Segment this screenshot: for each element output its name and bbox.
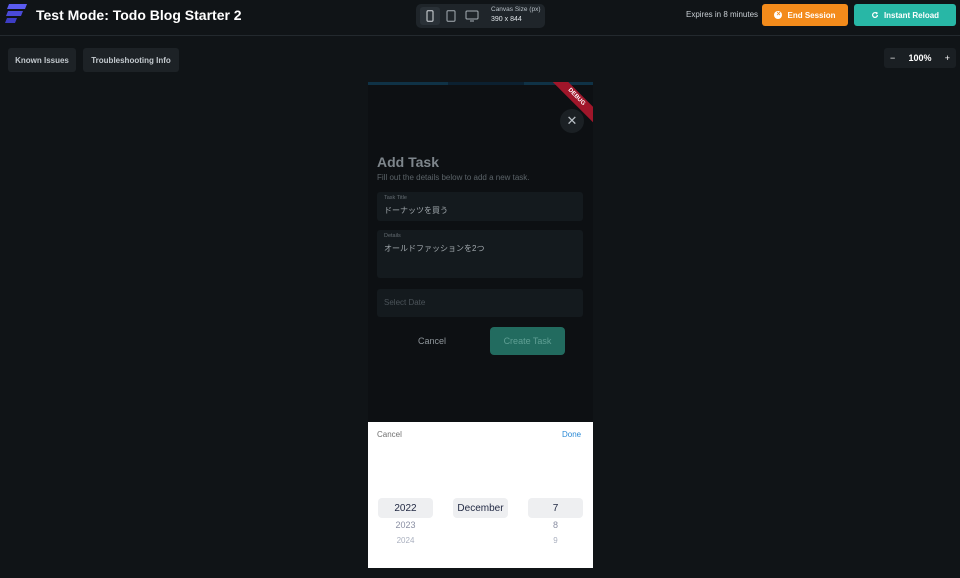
phone-device-button[interactable]: [420, 7, 440, 25]
canvas-size-value: 390 x 844: [491, 16, 522, 23]
tablet-device-button[interactable]: [441, 7, 461, 25]
instant-reload-label: Instant Reload: [883, 10, 940, 20]
month-wheel-selected[interactable]: December: [453, 498, 508, 518]
day-wheel-selected[interactable]: 7: [528, 498, 583, 518]
task-title-field[interactable]: Task Title ドーナッツを買う: [377, 192, 583, 221]
details-label: Details: [384, 233, 401, 239]
known-issues-button[interactable]: Known Issues: [8, 48, 76, 72]
app-logo-icon: [5, 4, 27, 23]
tablet-icon: [446, 10, 456, 22]
canvas-size-label: Canvas Size (px): [491, 6, 541, 13]
task-title-label: Task Title: [384, 195, 407, 201]
day-wheel-next2[interactable]: 9: [528, 536, 583, 545]
progress-segment: [368, 82, 448, 85]
troubleshooting-info-button[interactable]: Troubleshooting Info: [83, 48, 179, 72]
picker-done-button[interactable]: Done: [562, 430, 581, 439]
instant-reload-button[interactable]: Instant Reload: [854, 4, 956, 26]
date-picker: Cancel Done 2022 2023 2024 December 7 8 …: [368, 422, 593, 568]
select-date-field[interactable]: Select Date: [377, 289, 583, 317]
zoom-in-button[interactable]: +: [945, 53, 950, 63]
zoom-control: − 100% +: [884, 48, 956, 68]
select-date-placeholder: Select Date: [384, 298, 426, 307]
details-field[interactable]: Details オールドファッションを2つ: [377, 230, 583, 278]
phone-icon: [426, 10, 434, 22]
create-task-button[interactable]: Create Task: [490, 327, 565, 355]
desktop-icon: [465, 10, 479, 22]
picker-cancel-button[interactable]: Cancel: [377, 430, 402, 439]
desktop-device-button[interactable]: [462, 7, 482, 25]
top-bar: Test Mode: Todo Blog Starter 2 Canvas Si…: [0, 0, 960, 36]
details-value: オールドファッションを2つ: [384, 244, 485, 253]
cancel-button[interactable]: Cancel: [418, 336, 446, 346]
year-wheel-next2[interactable]: 2024: [378, 536, 433, 545]
day-wheel-next[interactable]: 8: [528, 520, 583, 530]
close-circle-icon: ×: [774, 11, 783, 19]
year-wheel-selected[interactable]: 2022: [378, 498, 433, 518]
add-task-heading: Add Task: [377, 154, 439, 170]
phone-preview: DEBUG ✕ Add Task Fill out the details be…: [368, 82, 593, 568]
year-wheel-next[interactable]: 2023: [378, 520, 433, 530]
page-title: Test Mode: Todo Blog Starter 2: [36, 7, 242, 23]
close-button[interactable]: ✕: [560, 109, 584, 133]
reload-icon: [871, 11, 879, 19]
task-title-value: ドーナッツを買う: [384, 206, 448, 215]
end-session-button[interactable]: × End Session: [762, 4, 848, 26]
expires-text: Expires in 8 minutes: [686, 10, 759, 19]
add-task-subtitle: Fill out the details below to add a new …: [377, 173, 530, 182]
close-icon: ✕: [566, 113, 578, 128]
zoom-out-button[interactable]: −: [890, 53, 895, 63]
zoom-level: 100%: [908, 53, 932, 63]
end-session-label: End Session: [787, 10, 836, 20]
